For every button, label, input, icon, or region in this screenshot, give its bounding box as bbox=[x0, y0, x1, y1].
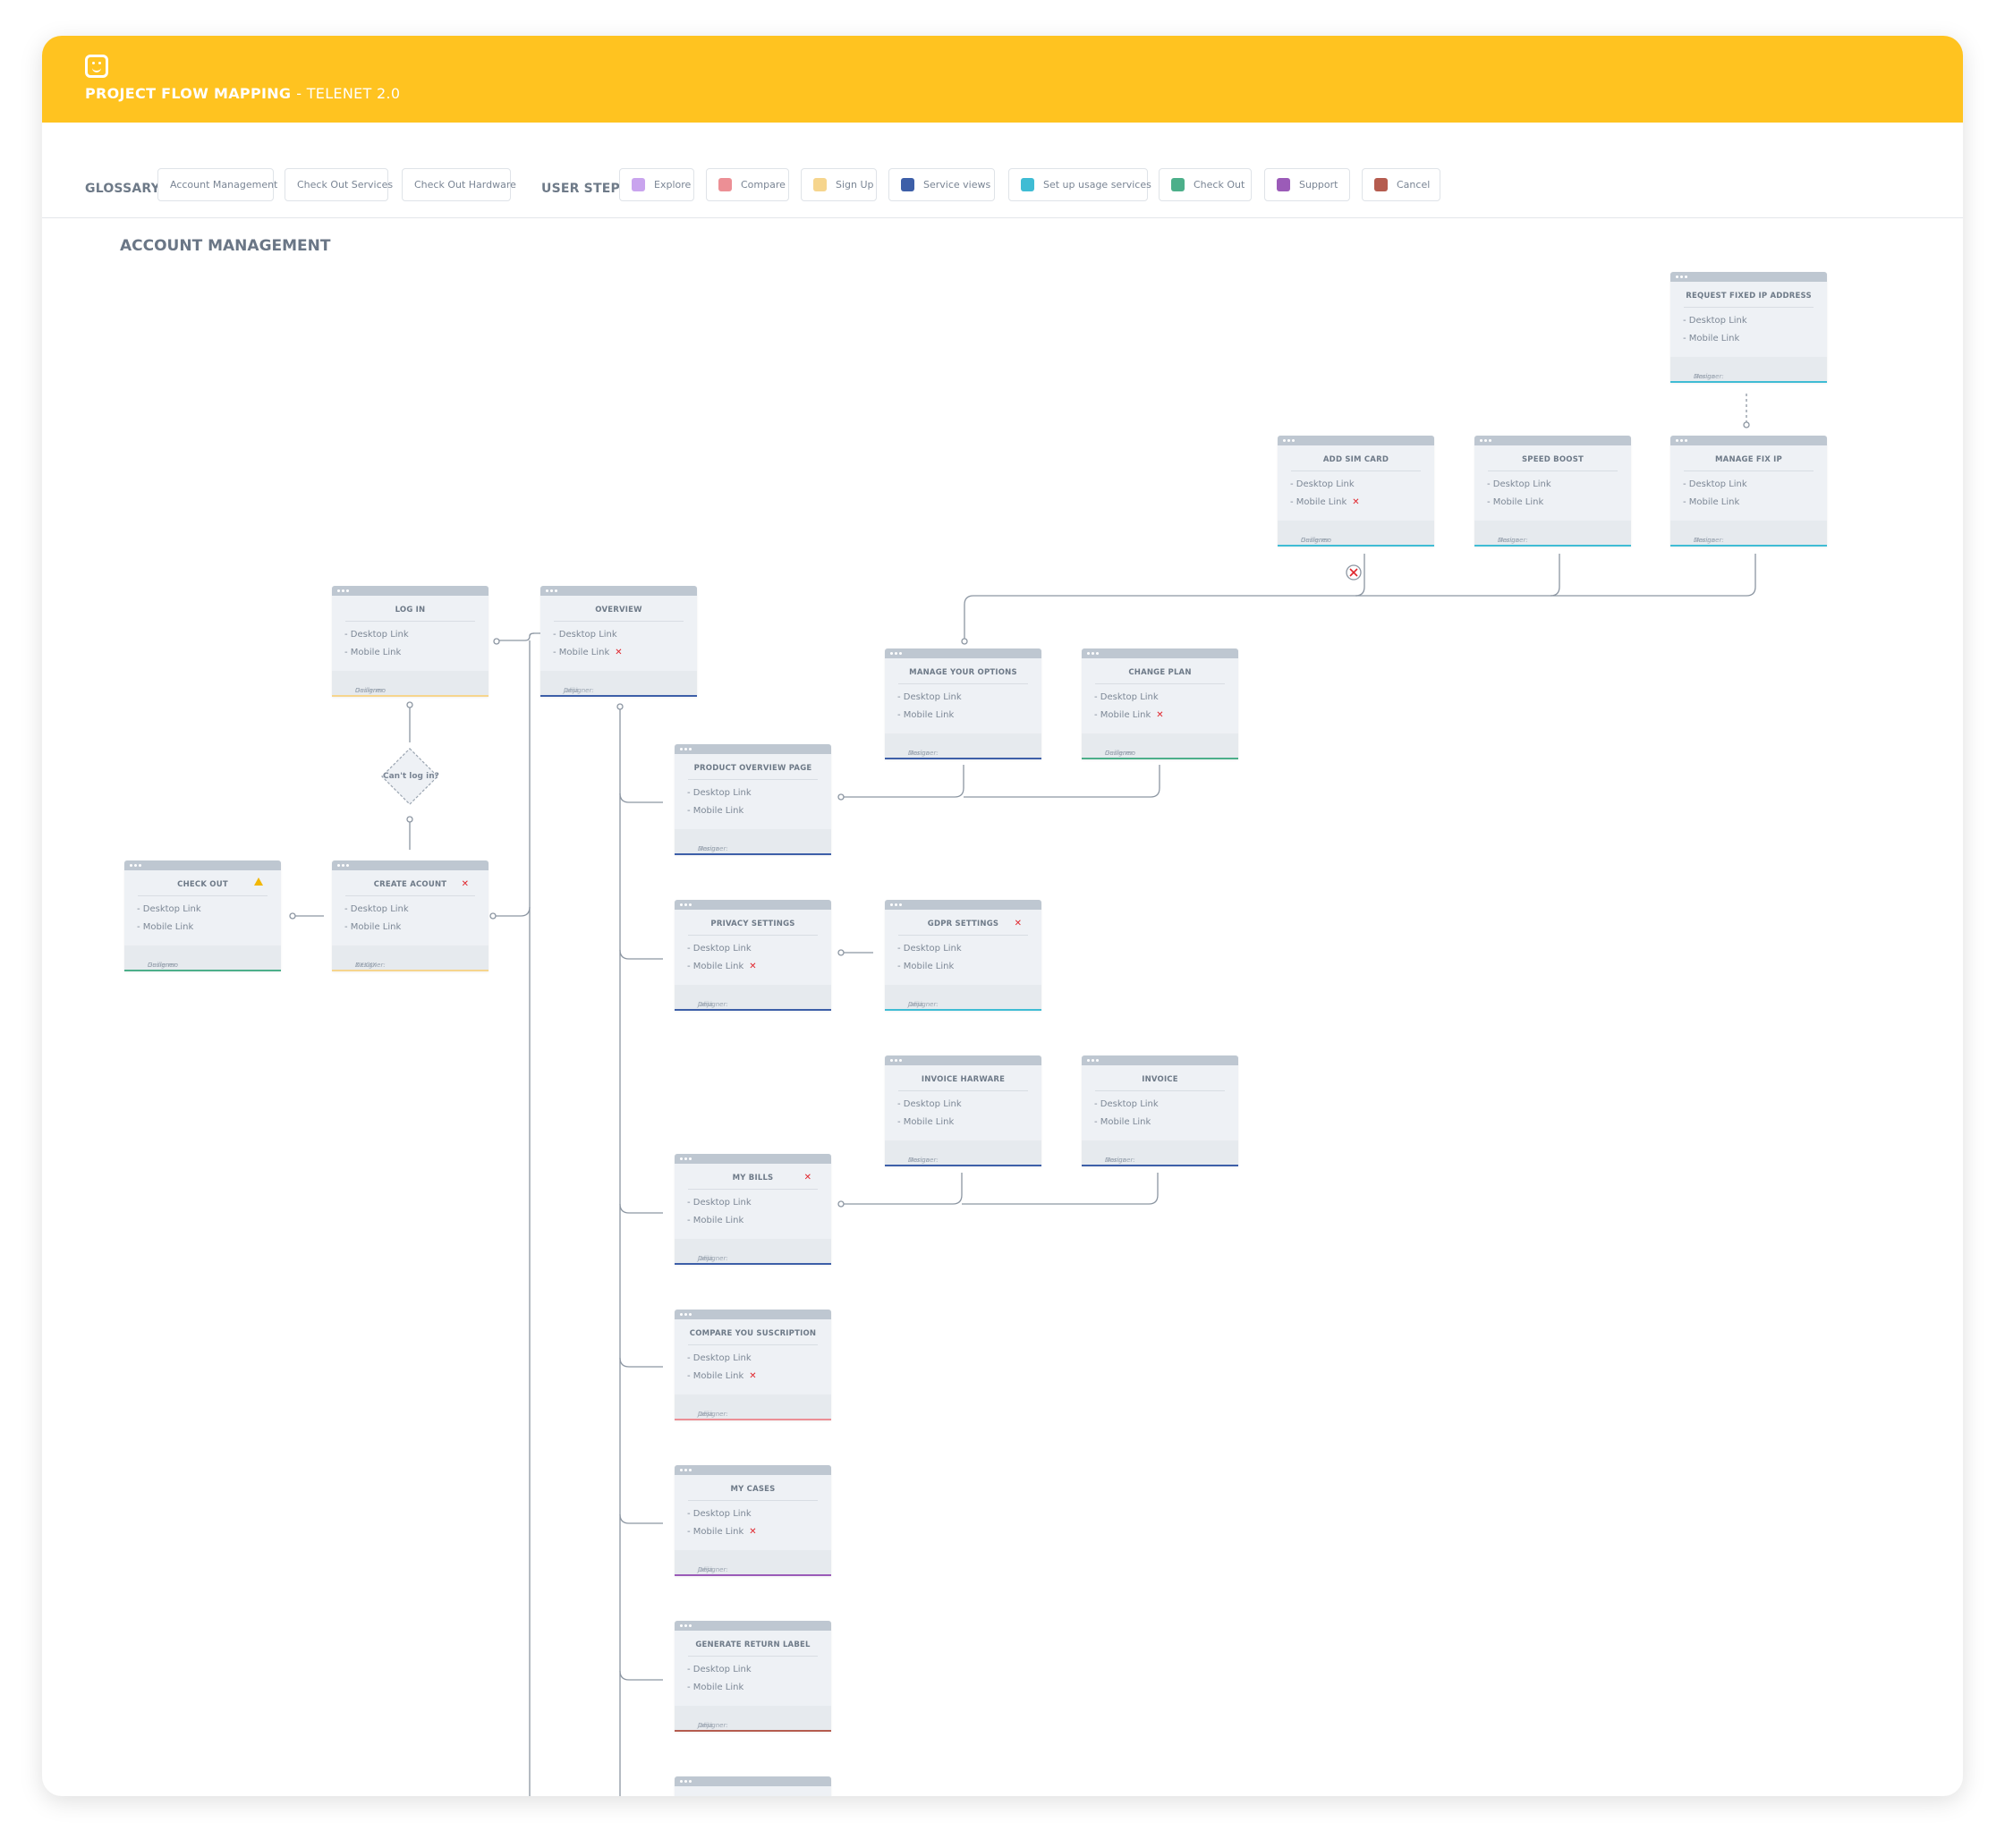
branch-return bbox=[619, 1670, 663, 1681]
node-check-out[interactable]: CHECK OUT - Desktop Link - Mobile Link D… bbox=[124, 860, 281, 971]
node-title: INVOICE bbox=[1142, 1075, 1178, 1084]
desktop-link[interactable]: - Desktop Link bbox=[137, 904, 201, 914]
node-my-cases[interactable]: MY CASES - Desktop Link - Mobile Link ✕ D… bbox=[675, 1465, 831, 1576]
desktop-link[interactable]: - Desktop Link bbox=[687, 1665, 752, 1674]
node-title: PRIVACY SETTINGS bbox=[710, 920, 795, 928]
node-title: CHANGE PLAN bbox=[1128, 668, 1192, 677]
node-request-fixed-ip[interactable]: REQUEST FIXED IP ADDRESS - Desktop Link … bbox=[1670, 272, 1827, 383]
node-title: OVERVIEW bbox=[595, 606, 642, 615]
missing-link-icon: ✕ bbox=[749, 962, 757, 971]
flow-map-canvas: PROJECT FLOW MAPPING - TELENET 2.0 GLOSS… bbox=[42, 36, 1963, 1796]
mobile-link[interactable]: - Mobile Link bbox=[1094, 1117, 1151, 1127]
mobile-link[interactable]: - Mobile Link bbox=[897, 1117, 954, 1127]
link-product-plan bbox=[964, 765, 1160, 798]
missing-link-icon: ✕ bbox=[1156, 710, 1164, 720]
desktop-link[interactable]: - Desktop Link bbox=[897, 944, 962, 954]
mobile-link[interactable]: - Mobile Link bbox=[687, 806, 743, 816]
node-gdpr-settings[interactable]: GDPR SETTINGS ✕ - Desktop Link - Mobile … bbox=[885, 900, 1041, 1011]
missing-page-icon: ✕ bbox=[803, 1173, 811, 1183]
missing-link-icon: ✕ bbox=[749, 1371, 757, 1381]
missing-link-icon: ✕ bbox=[1352, 497, 1360, 507]
node-change-plan[interactable]: CHANGE PLAN - Desktop Link - Mobile Link… bbox=[1082, 648, 1238, 759]
link-product-options bbox=[841, 765, 964, 798]
missing-link-icon: ✕ bbox=[615, 648, 623, 657]
node-title: MY CASES bbox=[730, 1485, 776, 1494]
desktop-link[interactable]: - Desktop Link bbox=[1094, 1099, 1159, 1109]
decision-label: Can't log in? bbox=[383, 772, 439, 781]
node-title: REQUEST FIXED IP ADDRESS bbox=[1686, 292, 1812, 301]
mobile-link[interactable]: - Mobile Link bbox=[344, 922, 401, 932]
desktop-link[interactable]: - Desktop Link bbox=[897, 692, 962, 702]
node-title: GENERATE RETURN LABEL bbox=[695, 1640, 811, 1649]
mobile-link[interactable]: - Mobile Link bbox=[897, 962, 954, 971]
branch-bills bbox=[619, 1203, 663, 1214]
mobile-link[interactable]: - Mobile Link bbox=[1683, 497, 1739, 507]
node-generate-return-label[interactable]: GENERATE RETURN LABEL - Desktop Link - M… bbox=[675, 1621, 831, 1732]
desktop-link[interactable]: - Desktop Link bbox=[1487, 479, 1551, 489]
warning-icon bbox=[254, 877, 263, 886]
node-title: MANAGE FIX IP bbox=[1715, 455, 1782, 464]
node-privacy-settings[interactable]: PRIVACY SETTINGS - Desktop Link - Mobile… bbox=[675, 900, 831, 1011]
desktop-link[interactable]: - Desktop Link bbox=[344, 630, 409, 640]
missing-page-icon: ✕ bbox=[461, 879, 469, 889]
link-bills-invoice bbox=[962, 1173, 1159, 1205]
link-bills-invoice-hw bbox=[841, 1173, 963, 1205]
node-title: MANAGE YOUR OPTIONS bbox=[909, 668, 1017, 677]
node-title: COMPARE YOU SUSCRIPTION bbox=[689, 1329, 817, 1338]
node-title: PRODUCT OVERVIEW PAGE bbox=[693, 764, 812, 773]
node-manage-your-options[interactable]: MANAGE YOUR OPTIONS - Desktop Link - Mob… bbox=[885, 648, 1041, 759]
branch-product bbox=[619, 793, 663, 803]
link-create-rail bbox=[493, 906, 531, 917]
mobile-link[interactable]: - Mobile Link bbox=[1487, 497, 1543, 507]
desktop-link[interactable]: - Desktop Link bbox=[553, 630, 617, 640]
missing-page-icon: ✕ bbox=[1014, 919, 1022, 928]
mobile-link[interactable]: - Mobile Link bbox=[344, 648, 401, 657]
mobile-link[interactable]: - Mobile Link ✕ bbox=[1094, 710, 1164, 720]
desktop-link[interactable]: - Desktop Link bbox=[687, 1198, 752, 1208]
mobile-link[interactable]: - Mobile Link bbox=[687, 1216, 743, 1225]
mobile-link[interactable]: - Mobile Link ✕ bbox=[687, 962, 757, 971]
mobile-link[interactable]: - Mobile Link ✕ bbox=[553, 648, 623, 657]
node-invoice-hardware[interactable]: INVOICE HARWARE - Desktop Link - Mobile … bbox=[885, 1055, 1041, 1166]
node-title: ADD SIM CARD bbox=[1322, 455, 1389, 464]
desktop-link[interactable]: - Desktop Link bbox=[687, 944, 752, 954]
desktop-link[interactable]: - Desktop Link bbox=[687, 788, 752, 798]
mobile-link[interactable]: - Mobile Link bbox=[137, 922, 193, 932]
node-add-sim-card[interactable]: ADD SIM CARD - Desktop Link - Mobile Lin… bbox=[1278, 436, 1434, 547]
desktop-link[interactable]: - Desktop Link bbox=[1094, 692, 1159, 702]
node-title: LOG IN bbox=[395, 606, 426, 615]
mobile-link[interactable]: - Mobile Link bbox=[897, 710, 954, 720]
branch-cases bbox=[619, 1513, 663, 1524]
desktop-link[interactable]: - Desktop Link bbox=[897, 1099, 962, 1109]
node-manage-fix-ip[interactable]: MANAGE FIX IP - Desktop Link - Mobile Li… bbox=[1670, 436, 1827, 547]
missing-link-icon: ✕ bbox=[749, 1527, 757, 1537]
branch-compare bbox=[619, 1357, 663, 1368]
desktop-link[interactable]: - Desktop Link bbox=[1683, 316, 1747, 326]
node-partial-offscreen[interactable] bbox=[675, 1776, 831, 1796]
desktop-link[interactable]: - Desktop Link bbox=[344, 904, 409, 914]
node-title: SPEED BOOST bbox=[1521, 455, 1584, 464]
node-log-in[interactable]: LOG IN - Desktop Link - Mobile Link Desi… bbox=[332, 586, 489, 697]
link-options-to-addons bbox=[964, 554, 1756, 640]
desktop-link[interactable]: - Desktop Link bbox=[1683, 479, 1747, 489]
node-overview[interactable]: OVERVIEW - Desktop Link - Mobile Link ✕ D… bbox=[540, 586, 697, 697]
mobile-link[interactable]: - Mobile Link ✕ bbox=[1290, 497, 1360, 507]
node-title: INVOICE HARWARE bbox=[921, 1075, 1006, 1084]
link-login-overview bbox=[497, 632, 535, 641]
mobile-link[interactable]: - Mobile Link bbox=[1683, 334, 1739, 343]
node-speed-boost[interactable]: SPEED BOOST - Desktop Link - Mobile Link… bbox=[1474, 436, 1631, 547]
node-invoice[interactable]: INVOICE - Desktop Link - Mobile Link Des… bbox=[1082, 1055, 1238, 1166]
mobile-link[interactable]: - Mobile Link ✕ bbox=[687, 1371, 757, 1381]
desktop-link[interactable]: - Desktop Link bbox=[687, 1353, 752, 1363]
node-product-overview-page[interactable]: PRODUCT OVERVIEW PAGE - Desktop Link - M… bbox=[675, 744, 831, 855]
desktop-link[interactable]: - Desktop Link bbox=[1290, 479, 1355, 489]
node-create-account[interactable]: CREATE ACOUNT ✕ - Desktop Link - Mobile … bbox=[332, 860, 489, 971]
node-compare-subscription[interactable]: COMPARE YOU SUSCRIPTION - Desktop Link -… bbox=[675, 1310, 831, 1420]
node-my-bills[interactable]: MY BILLS ✕ - Desktop Link - Mobile Link … bbox=[675, 1154, 831, 1265]
mobile-link[interactable]: - Mobile Link ✕ bbox=[687, 1527, 757, 1537]
mobile-link[interactable]: - Mobile Link bbox=[687, 1683, 743, 1692]
link-addon-speed bbox=[1550, 554, 1560, 597]
branch-privacy bbox=[619, 949, 663, 960]
desktop-link[interactable]: - Desktop Link bbox=[687, 1509, 752, 1519]
